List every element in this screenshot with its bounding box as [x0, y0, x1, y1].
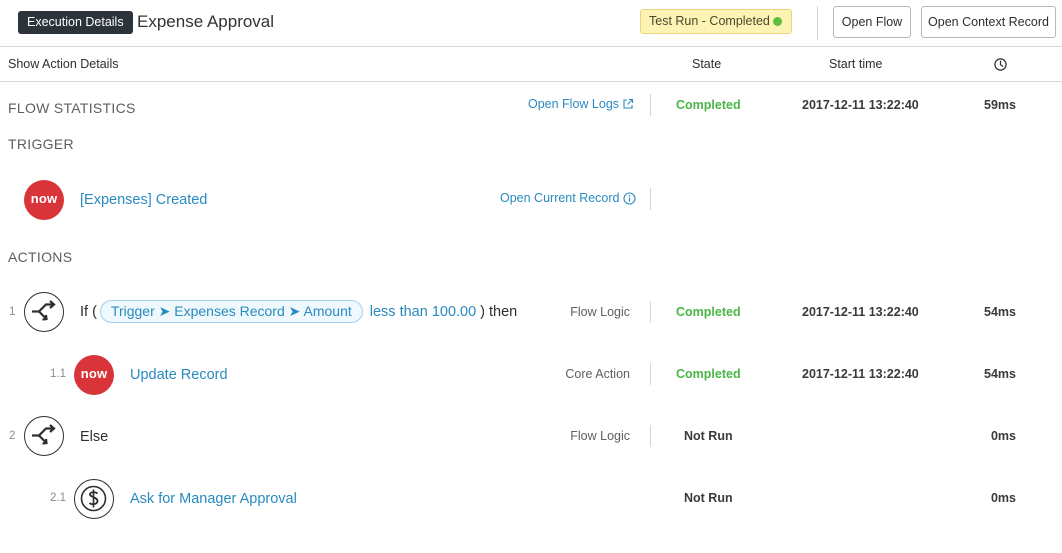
- action-type: Core Action: [565, 367, 630, 381]
- ask-manager-approval-link[interactable]: Ask for Manager Approval: [130, 491, 297, 507]
- trigger-label-link[interactable]: [Expenses] Created: [80, 192, 207, 208]
- info-icon: [622, 191, 636, 205]
- action-number: 1: [9, 306, 16, 318]
- row-divider: [650, 425, 651, 447]
- flow-state: Completed: [676, 98, 741, 112]
- now-logo-icon: now: [24, 180, 64, 220]
- condition-data-pill[interactable]: Trigger ➤ Expenses Record ➤ Amount: [99, 300, 363, 323]
- flow-title: Expense Approval: [137, 12, 275, 31]
- open-flow-button[interactable]: Open Flow: [833, 6, 911, 38]
- action-state: Completed: [676, 367, 741, 381]
- row-divider: [650, 301, 651, 323]
- now-logo-text: now: [80, 366, 108, 381]
- flow-logic-branch-icon: [24, 416, 64, 456]
- row-divider: [650, 188, 651, 210]
- row-divider: [650, 363, 651, 385]
- branch-glyph-icon: [32, 424, 56, 445]
- else-label: Else: [80, 429, 109, 445]
- action-number: 1.1: [50, 368, 66, 380]
- header-divider: [817, 6, 818, 40]
- condition-prefix: If (: [80, 303, 97, 320]
- flow-logic-branch-icon: [24, 292, 64, 332]
- open-flow-logs-link[interactable]: Open Flow Logs: [528, 97, 634, 111]
- open-context-record-button[interactable]: Open Context Record: [921, 6, 1056, 38]
- test-run-status-badge: Test Run - Completed: [640, 9, 792, 34]
- execution-header: Execution Details Expense Approval Test …: [0, 0, 1062, 47]
- open-current-record-link[interactable]: Open Current Record: [500, 191, 636, 205]
- action-duration: 54ms: [984, 305, 1016, 319]
- test-run-status-label: Test Run - Completed: [649, 14, 770, 28]
- execution-details-badge: Execution Details: [18, 11, 133, 34]
- status-dot-icon: [773, 17, 782, 26]
- row-divider: [650, 94, 651, 116]
- now-logo-text: now: [30, 191, 58, 206]
- now-logo-icon: now: [74, 355, 114, 395]
- action-number: 2: [9, 430, 16, 442]
- action-type: Flow Logic: [570, 305, 630, 319]
- action-state: Not Run: [684, 429, 733, 443]
- show-action-details-toggle[interactable]: Show Action Details: [8, 57, 118, 71]
- state-column-header: State: [692, 57, 722, 71]
- action-start-time: 2017-12-11 13:22:40: [802, 305, 919, 319]
- flow-statistics-title: FLOW STATISTICS: [8, 100, 136, 116]
- actions-title: ACTIONS: [8, 249, 73, 265]
- action-state: Not Run: [684, 491, 733, 505]
- dollar-icon: [74, 479, 114, 519]
- flow-duration: 59ms: [984, 98, 1016, 112]
- action-state: Completed: [676, 305, 741, 319]
- action-duration: 0ms: [990, 429, 1016, 443]
- open-current-record-label: Open Current Record: [500, 191, 620, 205]
- condition-expression: If ( Trigger ➤ Expenses Record ➤ Amount …: [80, 300, 517, 323]
- flow-start-time: 2017-12-11 13:22:40: [802, 98, 919, 112]
- trigger-title: TRIGGER: [8, 136, 74, 152]
- branch-glyph-icon: [32, 300, 56, 321]
- action-number: 2.1: [50, 492, 66, 504]
- condition-operator: less than 100.00: [369, 303, 477, 320]
- action-start-time: 2017-12-11 13:22:40: [802, 367, 919, 381]
- action-duration: 0ms: [990, 491, 1016, 505]
- open-flow-logs-label: Open Flow Logs: [528, 97, 620, 111]
- start-time-column-header: Start time: [829, 57, 883, 71]
- dollar-glyph-icon: [80, 485, 107, 512]
- action-duration: 54ms: [984, 367, 1016, 381]
- external-link-icon: [623, 98, 634, 109]
- clock-icon: [994, 58, 1007, 71]
- update-record-link[interactable]: Update Record: [130, 367, 228, 383]
- action-type: Flow Logic: [570, 429, 630, 443]
- column-header-row: Show Action Details State Start time: [0, 47, 1062, 82]
